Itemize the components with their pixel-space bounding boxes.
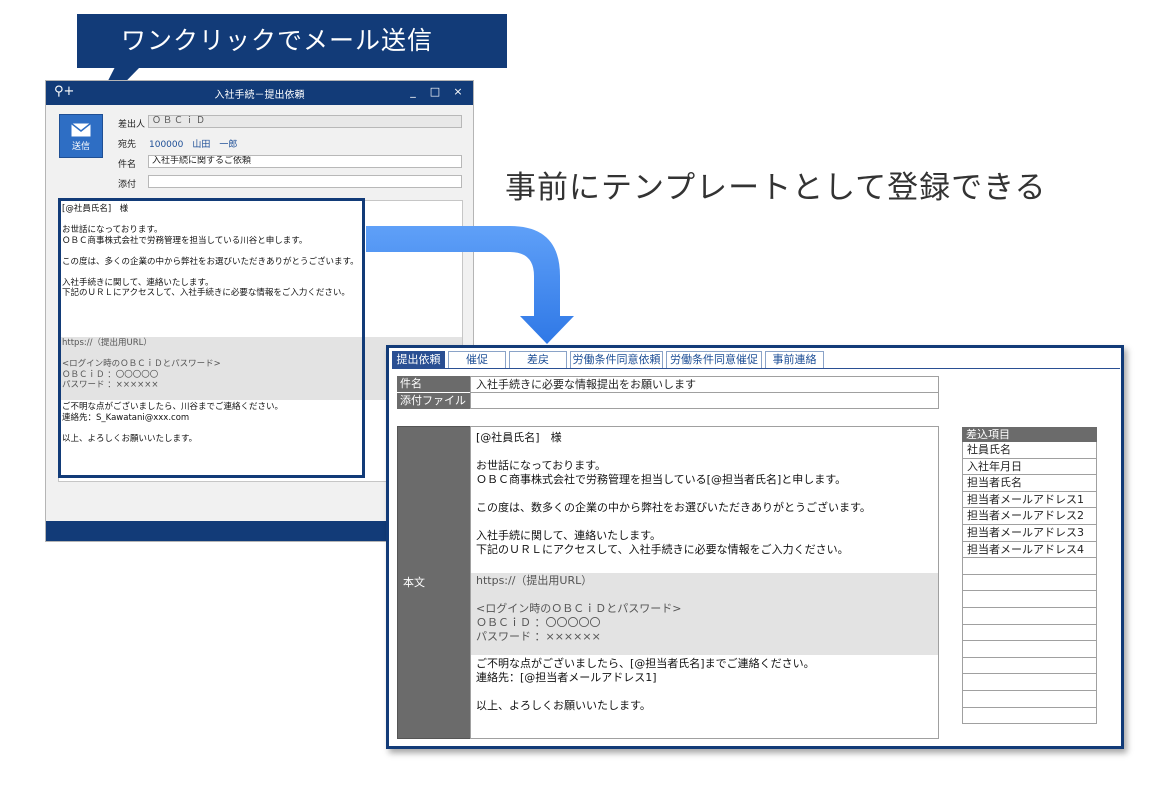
template-body-editor[interactable]: [@社員氏名] 様 お世話になっております。 ＯＢＣ商事株式会社で労務管理を担当… (470, 426, 939, 739)
to-label: 宛先 (118, 140, 137, 150)
highlight-frame (58, 198, 365, 478)
merge-field-item (962, 574, 1097, 592)
attach-input[interactable] (148, 175, 462, 188)
subject-value[interactable]: 入社手続きに必要な情報提出をお願いします (470, 376, 939, 393)
template-body-part2: https://（提出用URL） <ログイン時のＯＢＣｉＤとパスワード> ＯＢＣ… (476, 574, 682, 643)
window-titlebar: ⚲+ 入社手続－提出依頼 _ □ × (46, 81, 473, 105)
send-button-label: 送信 (71, 142, 90, 152)
tab-return[interactable]: 差戻 (509, 351, 567, 368)
tab-submit-request[interactable]: 提出依頼 (392, 351, 445, 368)
to-recipient-link[interactable]: 100000 山田 一郎 (149, 137, 237, 150)
merge-field-item[interactable]: 担当者メールアドレス4 (962, 541, 1097, 559)
tab-labor-consent-reminder[interactable]: 労働条件同意催促 (666, 351, 762, 368)
merge-field-item[interactable]: 担当者メールアドレス1 (962, 491, 1097, 509)
callout-banner: ワンクリックでメール送信 (77, 14, 507, 68)
merge-field-item (962, 690, 1097, 708)
merge-field-item[interactable]: 担当者氏名 (962, 475, 1097, 492)
merge-field-item[interactable]: 担当者メールアドレス3 (962, 524, 1097, 542)
merge-field-item (962, 558, 1097, 575)
template-panel: 提出依頼 催促 差戻 労働条件同意依頼 労働条件同意催促 事前連絡 件名 入社手… (386, 345, 1124, 749)
from-field: ＯＢＣｉＤ (148, 115, 462, 128)
subject-header: 件名 (397, 376, 471, 392)
merge-field-item[interactable]: 入社年月日 (962, 458, 1097, 476)
merge-field-item (962, 607, 1097, 625)
merge-field-item (962, 641, 1097, 658)
merge-field-item[interactable]: 担当者メールアドレス2 (962, 508, 1097, 525)
attach-label: 添付 (118, 180, 137, 190)
merge-field-item (962, 591, 1097, 608)
merge-field-item (962, 674, 1097, 691)
tab-advance-notice[interactable]: 事前連絡 (765, 351, 824, 368)
from-label: 差出人 (118, 120, 146, 130)
merge-field-item[interactable]: 社員氏名 (962, 442, 1097, 459)
merge-fields-title: 差込項目 (962, 427, 1097, 442)
attach-header: 添付ファイル (397, 393, 471, 409)
tab-underline (392, 368, 1120, 369)
maximize-button[interactable]: □ (428, 85, 442, 98)
close-button[interactable]: × (451, 85, 465, 98)
body-header: 本文 (397, 426, 471, 739)
template-body-part1: [@社員氏名] 様 お世話になっております。 ＯＢＣ商事株式会社で労務管理を担当… (476, 431, 871, 556)
send-button[interactable]: 送信 (59, 114, 103, 158)
tab-labor-consent-request[interactable]: 労働条件同意依頼 (570, 351, 663, 368)
tab-reminder[interactable]: 催促 (448, 351, 506, 368)
template-body-part3: ご不明な点がございましたら、[@担当者氏名]までご連絡ください。 連絡先：[@担… (476, 657, 815, 712)
body-header-label: 本文 (403, 576, 425, 589)
subject-input[interactable]: 入社手続に関するご依頼 (148, 155, 462, 168)
merge-fields-list: 差込項目 社員氏名 入社年月日 担当者氏名 担当者メールアドレス1 担当者メールアドレス… (962, 427, 1097, 725)
merge-field-item (962, 707, 1097, 725)
attach-value[interactable] (470, 392, 939, 409)
headline-text: 事前にテンプレートとして登録できる (505, 170, 1047, 206)
minimize-button[interactable]: _ (406, 85, 420, 98)
merge-field-item (962, 624, 1097, 642)
subject-label: 件名 (118, 160, 137, 170)
merge-field-item (962, 657, 1097, 675)
envelope-icon (71, 123, 91, 137)
